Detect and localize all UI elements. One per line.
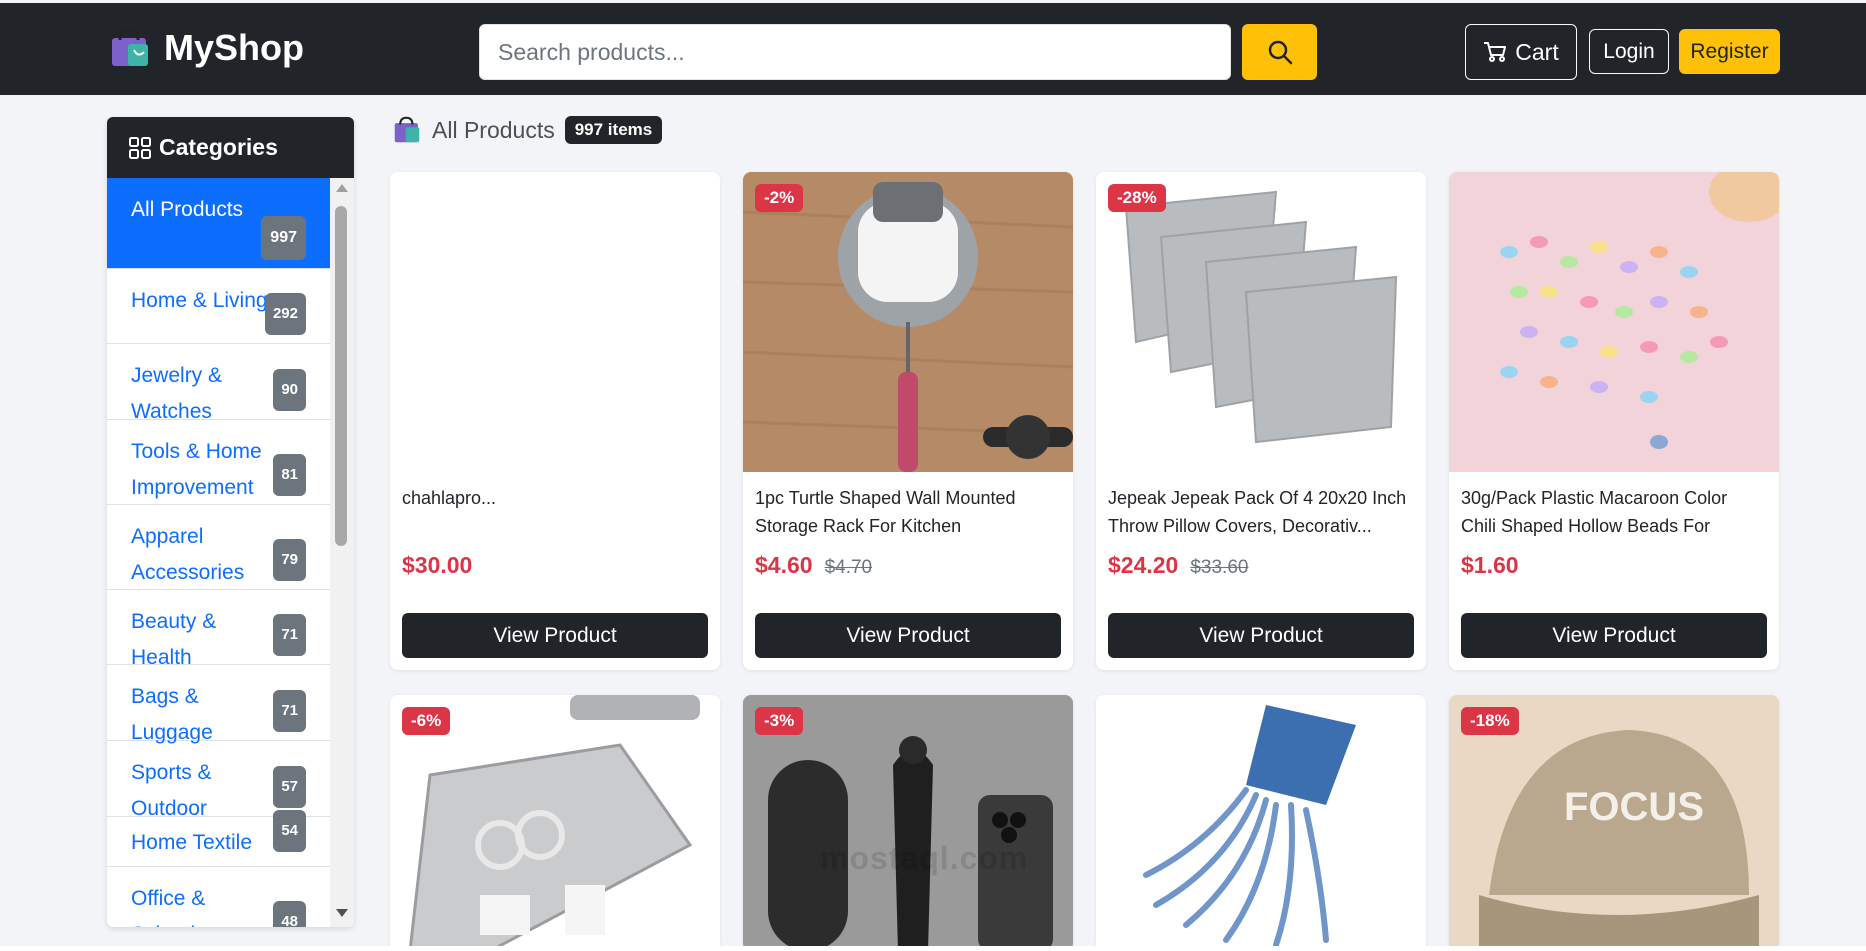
product-card[interactable]: chahlapro... $30.00 View Product [390,172,720,670]
category-item-apparel-accessories[interactable]: Apparel Accessories 79 [107,505,330,590]
discount-badge: -2% [755,184,804,212]
view-product-button[interactable]: View Product [1108,613,1414,658]
colorful-beads-image [1449,172,1779,472]
product-card[interactable] [1096,695,1426,951]
categories-header: Categories [107,117,354,178]
product-price: $24.20 [1108,552,1179,578]
product-price: $1.60 [1461,552,1519,578]
product-title[interactable]: Jepeak Jepeak Pack Of 4 20x20 Inch Throw… [1108,484,1414,540]
products-heading: All Products 997 items [392,116,663,144]
category-item-jewelry-watches[interactable]: Jewelry & Watches 90 [107,344,330,423]
categories-title: Categories [159,134,278,160]
brand-link[interactable]: MyShop [108,27,304,69]
category-item-bags-luggage[interactable]: Bags & Luggage 71 [107,665,330,744]
grid-icon [129,136,151,159]
product-price: $30.00 [402,552,473,578]
discount-badge: -3% [755,707,804,735]
category-count-badge: 54 [273,810,306,852]
scrollbar-thumb[interactable] [335,206,347,546]
pillow-covers-image [1096,172,1426,472]
product-price-group: $4.60 $4.70 [755,552,872,579]
scroll-down-arrow-icon[interactable] [336,909,348,917]
category-count-badge: 71 [273,614,306,656]
scroll-up-arrow-icon[interactable] [336,184,348,192]
view-product-button[interactable]: View Product [402,613,708,658]
category-count-badge: 81 [273,454,306,496]
product-title[interactable]: chahlapro... [402,484,708,540]
product-image[interactable] [1096,695,1426,951]
page-title: All Products [432,116,555,143]
product-price: $4.60 [755,552,813,578]
category-count-badge: 997 [261,216,306,260]
category-count-badge: 90 [273,369,306,411]
item-count-badge: 997 items [564,116,663,144]
product-image[interactable] [743,172,1073,472]
product-card[interactable]: -2% 1pc Turtle Shaped Wall Mounted Stora… [743,172,1073,670]
shopping-bag-icon [394,116,420,143]
product-card[interactable]: -3% [743,695,1073,951]
category-count-badge: 57 [273,766,306,808]
discount-badge: -6% [402,707,451,735]
search-input[interactable] [498,38,1230,66]
login-button[interactable]: Login [1589,29,1669,74]
product-image[interactable] [1096,172,1426,472]
product-card[interactable]: FOCUS -18% [1449,695,1779,951]
product-image[interactable] [1449,172,1779,472]
navbar: MyShop Cart Login Register [0,0,1866,95]
category-count-badge: 292 [264,293,306,335]
mop-head-image [1096,695,1426,951]
search-field[interactable] [479,24,1231,80]
category-count-badge: 71 [273,690,306,732]
category-count-badge: 79 [273,539,306,581]
category-item-all-products[interactable]: All Products 997 [107,178,330,269]
product-title[interactable]: 1pc Turtle Shaped Wall Mounted Storage R… [755,484,1061,540]
view-product-button[interactable]: View Product [1461,613,1767,658]
product-card[interactable]: -28% Jepeak Jepeak Pack Of 4 20x20 Inch … [1096,172,1426,670]
product-image[interactable] [390,172,720,472]
page-bottom-edge [0,946,1866,951]
cart-icon [1484,42,1507,62]
category-count-badge: 48 [273,901,306,927]
discount-badge: -18% [1461,707,1519,735]
category-item-office-school-supplies[interactable]: Office & School Supplies 48 [107,867,330,927]
category-item-sports-outdoor[interactable]: Sports & Outdoor 57 [107,741,330,820]
cart-label: Cart [1515,38,1559,65]
categories-sidebar: Categories All Products 997 Home & Livin… [107,117,354,927]
search-icon [1268,40,1292,65]
product-price-group: $1.60 [1461,552,1519,579]
product-title[interactable]: 30g/Pack Plastic Macaroon Color Chili Sh… [1461,484,1767,540]
search-button[interactable] [1242,24,1317,80]
product-price-group: $30.00 [402,552,472,579]
product-card[interactable]: -6% [390,695,720,951]
category-item-home-textile[interactable]: Home Textile 54 [107,810,330,867]
category-list: All Products 997 Home & Living 292 Jewel… [107,178,330,927]
category-item-tools-home-improvement[interactable]: Tools & Home Improvement 81 [107,420,330,505]
turtle-rack-image [743,172,1073,472]
cap-print-graphic: FOCUS [1564,785,1704,829]
view-product-button[interactable]: View Product [755,613,1061,658]
category-scrollbar[interactable] [330,178,354,927]
cart-button[interactable]: Cart [1465,24,1577,80]
discount-badge: -28% [1108,184,1166,212]
watermark: mostaql.com [820,840,1029,876]
product-card[interactable]: 30g/Pack Plastic Macaroon Color Chili Sh… [1449,172,1779,670]
product-old-price: $33.60 [1190,557,1249,578]
register-button[interactable]: Register [1679,29,1780,74]
shopping-bag-logo-icon [112,28,148,66]
category-item-beauty-health[interactable]: Beauty & Health 71 [107,590,330,669]
category-item-home-living[interactable]: Home & Living 292 [107,269,330,344]
brand-name: MyShop [164,27,304,68]
product-price-group: $24.20 $33.60 [1108,552,1248,579]
product-old-price: $4.70 [824,557,873,578]
